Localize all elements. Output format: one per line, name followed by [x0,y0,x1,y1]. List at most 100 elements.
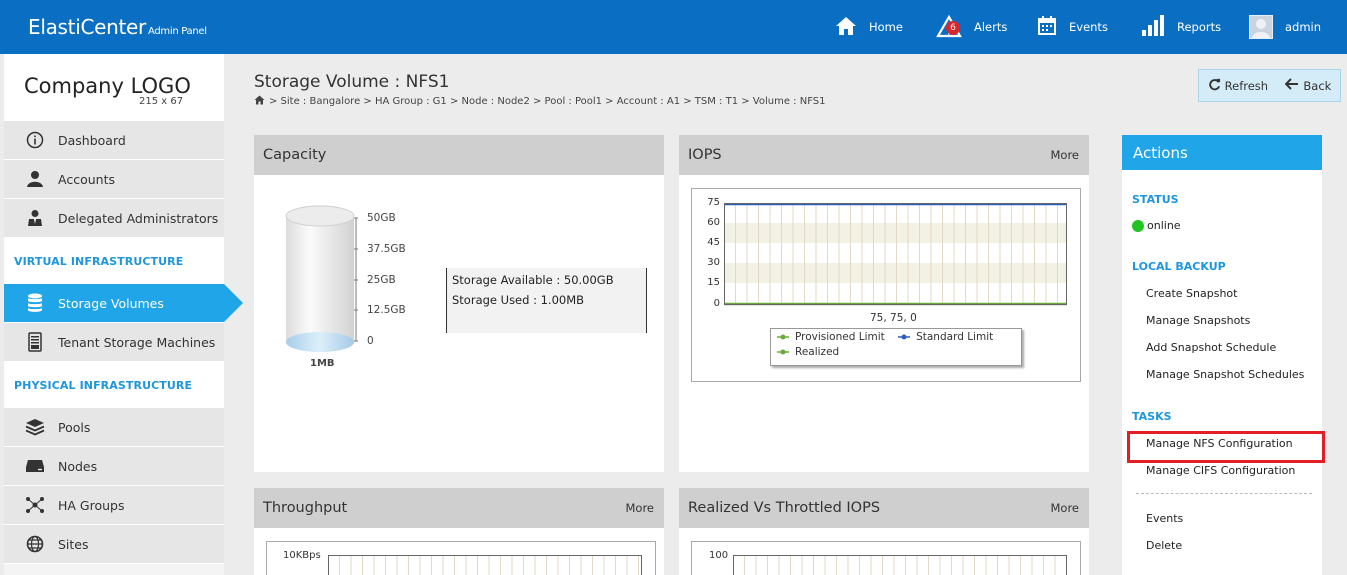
iops-legend: Provisioned Limit Standard Limit Realize… [770,328,1022,366]
legend-label: Provisioned Limit [795,331,885,343]
hard-drive-icon [24,459,46,473]
realized-throttled-more-link[interactable]: More [1050,501,1079,515]
arrow-left-icon [1284,78,1299,93]
legend-provisioned-limit[interactable]: Provisioned Limit [777,331,885,343]
sidebar-item-label: Delegated Administrators [58,210,219,226]
alert-icon: 6 [936,14,962,41]
page-actions: Refresh Back [1198,69,1341,102]
legend-label: Standard Limit [916,331,994,343]
capacity-tick-label: 25GB [367,274,396,286]
legend-realized[interactable]: Realized [777,346,839,358]
sidebar-item-label: Nodes [58,458,98,474]
refresh-label: Refresh [1224,78,1269,93]
manage-cifs-configuration-link[interactable]: Manage CIFS Configuration [1146,464,1295,477]
avatar [1249,15,1273,39]
iops-readout: 75, 75, 0 [870,312,917,324]
globe-icon [24,535,46,553]
nav-events[interactable]: Events [1037,0,1108,54]
manage-snapshot-schedules-link[interactable]: Manage Snapshot Schedules [1146,368,1304,381]
back-button[interactable]: Back [1284,78,1332,93]
capacity-tick-label: 12.5GB [367,304,406,316]
realized-throttled-title: Realized Vs Throttled IOPS [688,500,881,516]
sidebar-item-storage-volumes[interactable]: Storage Volumes [4,284,243,323]
sidebar-item-sites[interactable]: Sites [4,525,224,564]
iops-header: IOPS More [679,135,1089,175]
admin-user-icon [24,209,46,227]
realized-plot [733,555,1067,575]
throughput-plot [328,555,642,575]
refresh-button[interactable]: Refresh [1208,78,1268,94]
info-icon [24,131,46,149]
grid-band [724,263,1067,283]
sidebar-item-ha-groups[interactable]: HA Groups [4,486,224,525]
network-icon [24,496,46,514]
back-label: Back [1303,78,1332,93]
sidebar-item-nodes[interactable]: Nodes [4,447,224,486]
brand-name: ElastiCenter [28,15,146,39]
throughput-header: Throughput More [254,488,664,528]
home-icon [835,16,857,39]
sidebar-item-dashboard[interactable]: Dashboard [4,121,224,160]
nav-home-label: Home [869,20,903,34]
server-icon [24,332,46,352]
storage-available: Storage Available : 50.00GB [452,273,614,287]
brand[interactable]: ElastiCenter Admin Panel [28,15,207,39]
breadcrumb-path[interactable]: > Site : Bangalore > HA Group : G1 > Nod… [269,96,826,107]
nav-events-label: Events [1069,20,1108,34]
tasks-section-label: TASKS [1132,410,1172,423]
iops-plot [724,203,1067,306]
throughput-more-link[interactable]: More [625,501,654,515]
nav-home[interactable]: Home [835,0,903,54]
iops-more-link[interactable]: More [1050,148,1079,162]
nav-reports[interactable]: Reports [1141,0,1221,54]
sidebar-item-tenant-storage-machines[interactable]: Tenant Storage Machines [4,323,224,362]
home-icon[interactable] [254,95,265,108]
iops-y-tick: 0 [713,298,720,309]
database-icon [24,293,46,313]
sidebar-item-accounts[interactable]: Accounts [4,160,224,199]
breadcrumb: > Site : Bangalore > HA Group : G1 > Nod… [254,95,826,108]
calendar-icon [1037,15,1057,39]
sidebar-item-pools[interactable]: Pools [4,408,224,447]
section-physical-infrastructure: PHYSICAL INFRASTRUCTURE [4,362,224,408]
nav-reports-label: Reports [1177,20,1222,34]
sidebar-item-label: Storage Volumes [58,295,164,311]
create-snapshot-link[interactable]: Create Snapshot [1146,287,1237,300]
iops-y-tick: 30 [707,257,720,268]
layers-icon [24,418,46,436]
user-icon [24,170,46,188]
sidebar-item-label: Sites [58,536,89,552]
refresh-icon [1208,78,1221,94]
nav-user-menu[interactable]: admin [1249,0,1321,54]
iops-y-tick: 60 [707,217,720,228]
actions-divider [1136,493,1312,494]
sidebar-item-label: Accounts [58,171,115,187]
bar-chart-icon [1141,14,1165,40]
status-indicator: online [1132,219,1181,232]
sidebar: Company LOGO 215 x 67 Dashboard Accounts… [4,54,243,575]
iops-y-tick: 45 [707,237,720,248]
highlight-box [1127,431,1325,463]
throughput-y-top: 10KBps [283,550,321,561]
delete-link[interactable]: Delete [1146,539,1182,552]
sidebar-item-delegated-admins[interactable]: Delegated Administrators [4,199,224,238]
capacity-tick-label: 0 [367,335,374,347]
company-logo: Company LOGO 215 x 67 [4,54,224,121]
iops-y-tick: 15 [707,277,720,288]
events-link[interactable]: Events [1146,512,1183,525]
capacity-cylinder [285,205,358,352]
manage-snapshots-link[interactable]: Manage Snapshots [1146,314,1250,327]
nav-user-label: admin [1285,20,1322,34]
section-virtual-infrastructure: VIRTUAL INFRASTRUCTURE [4,238,224,284]
status-section-label: STATUS [1132,193,1179,206]
sidebar-item-label: HA Groups [58,497,125,513]
nav-alerts[interactable]: 6 Alerts [936,0,1007,54]
realized-y-top: 100 [709,550,729,561]
legend-label: Realized [795,346,840,358]
add-snapshot-schedule-link[interactable]: Add Snapshot Schedule [1146,341,1276,354]
iops-plot-border [724,203,1067,305]
logo-text: Company LOGO [24,74,191,98]
legend-standard-limit[interactable]: Standard Limit [898,331,993,343]
capacity-header: Capacity [254,135,664,175]
throughput-title: Throughput [263,500,348,516]
